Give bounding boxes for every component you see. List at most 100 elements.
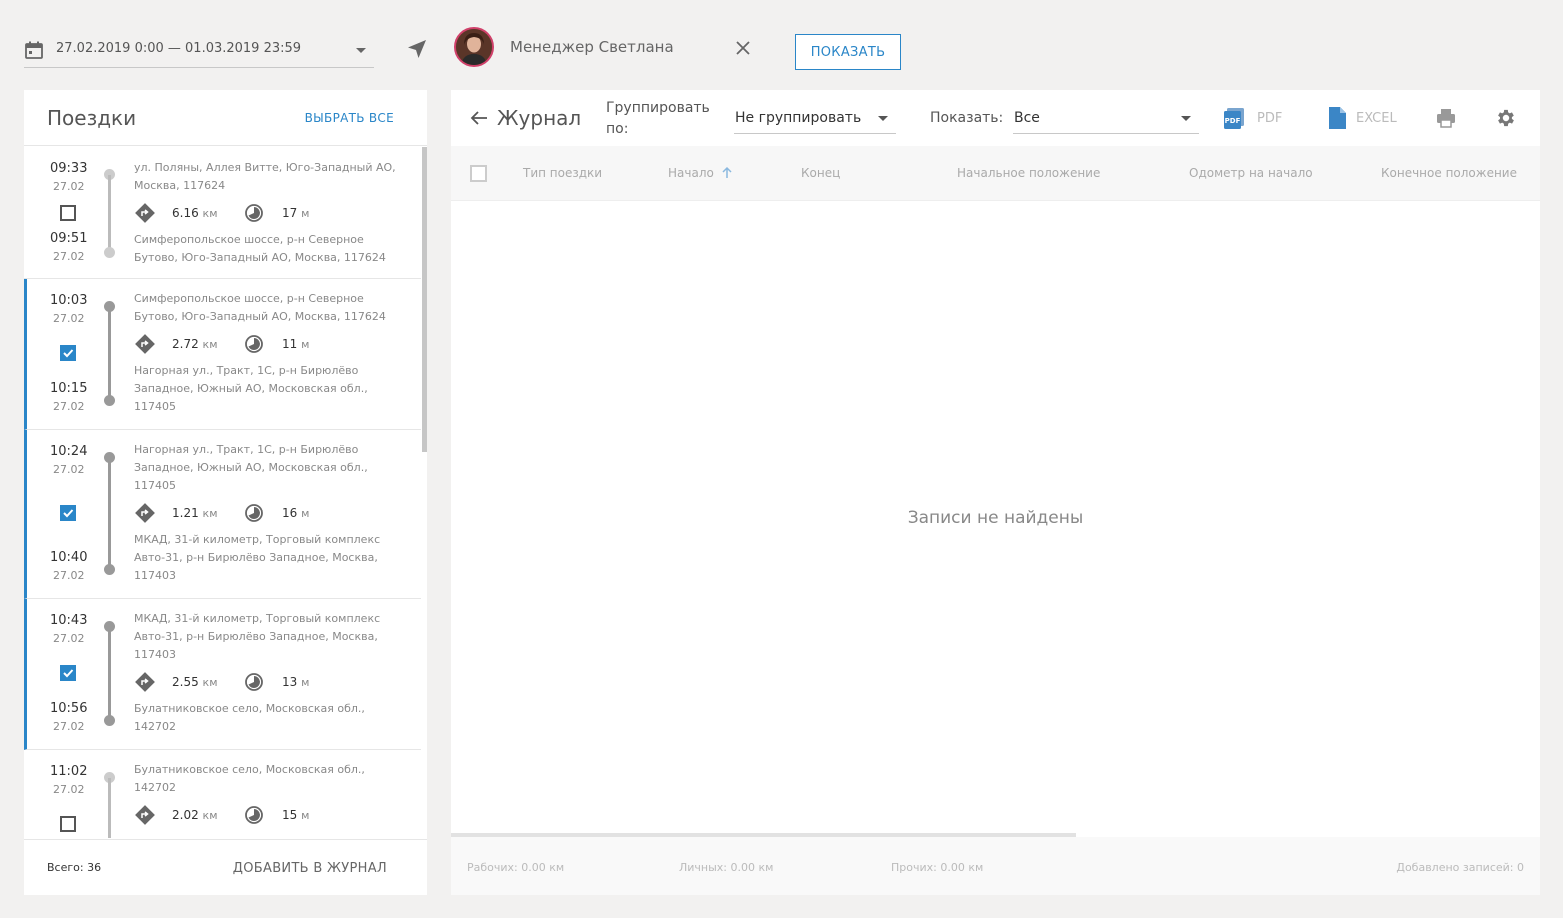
clock-icon	[245, 204, 263, 222]
trip-item[interactable]: 10:24 27.02 10:40 27.02 Нагорная ул., Тр…	[24, 430, 421, 599]
close-icon[interactable]	[733, 38, 753, 58]
trip-start-time: 10:03	[50, 293, 88, 308]
timeline-line	[108, 307, 111, 401]
trip-start-address: ул. Поляны, Аллея Витте, Юго-Западный АО…	[134, 161, 396, 192]
timeline-end-dot	[104, 247, 115, 258]
trips-panel: Поездки ВЫБРАТЬ ВСЕ 09:33 27.02 09:51 27…	[24, 90, 427, 895]
trip-start-time: 11:02	[50, 764, 88, 779]
trip-start-time: 09:33	[50, 161, 88, 176]
export-excel-button[interactable]: EXCEL	[1327, 106, 1401, 130]
route-icon	[135, 672, 155, 692]
trip-duration: 15 м	[282, 808, 310, 822]
trip-checkbox[interactable]	[60, 505, 76, 521]
user-name: Менеджер Светлана	[510, 38, 674, 56]
trip-end-time: 10:15	[50, 381, 88, 396]
personal-distance: Личных: 0.00 км	[679, 861, 774, 874]
trip-distance: 2.72 км	[172, 337, 218, 351]
column-start-position[interactable]: Начальное положение	[957, 166, 1100, 180]
navigation-arrow-icon[interactable]	[406, 38, 428, 60]
trip-stats: 2.02 км 15 м	[134, 804, 394, 826]
show-button[interactable]: ПОКАЗАТЬ	[795, 34, 901, 70]
trip-stats: 6.16 км 17 м	[134, 202, 394, 224]
trips-list: 09:33 27.02 09:51 27.02 ул. Поляны, Алле…	[24, 147, 427, 838]
select-all-button[interactable]: ВЫБРАТЬ ВСЕ	[305, 111, 394, 125]
export-pdf-button[interactable]: PDF PDF	[1223, 106, 1285, 130]
trip-end-time: 09:51	[50, 231, 88, 246]
trip-duration: 17 м	[282, 206, 310, 220]
group-by-label: Группировать по:	[606, 100, 710, 137]
trips-total: Всего: 36	[47, 861, 102, 874]
column-trip-type[interactable]: Тип поездки	[523, 166, 602, 180]
trip-distance: 2.02 км	[172, 808, 218, 822]
add-to-journal-button[interactable]: ДОБАВИТЬ В ЖУРНАЛ	[233, 861, 387, 876]
trip-item[interactable]: 09:33 27.02 09:51 27.02 ул. Поляны, Алле…	[24, 147, 421, 279]
clock-icon	[245, 504, 263, 522]
avatar	[454, 27, 494, 67]
show-filter-select[interactable]: Все	[1013, 102, 1199, 134]
journal-footer: Рабочих: 0.00 км Личных: 0.00 км Прочих:…	[451, 837, 1540, 895]
check-icon	[63, 669, 74, 678]
trip-end-address: Симферопольское шоссе, р-н Северное Буто…	[134, 233, 386, 264]
route-icon	[135, 503, 155, 523]
trip-distance: 1.21 км	[172, 506, 218, 520]
trip-stats: 2.55 км 13 м	[134, 671, 394, 693]
trip-distance: 2.55 км	[172, 675, 218, 689]
timeline-line	[108, 175, 111, 251]
show-filter-value: Все	[1014, 110, 1040, 126]
trip-start-address: Симферопольское шоссе, р-н Северное Буто…	[134, 292, 386, 323]
trip-checkbox[interactable]	[60, 665, 76, 681]
trips-footer: Всего: 36 ДОБАВИТЬ В ЖУРНАЛ	[24, 839, 427, 895]
trips-header: Поездки ВЫБРАТЬ ВСЕ	[24, 90, 427, 146]
timeline-line	[108, 627, 111, 721]
route-icon	[135, 203, 155, 223]
chevron-down-icon	[1181, 116, 1191, 121]
route-icon	[135, 334, 155, 354]
pdf-icon: PDF	[1224, 108, 1244, 129]
trips-scrollbar[interactable]	[422, 147, 427, 452]
chevron-down-icon	[356, 48, 366, 53]
journal-table-header: Тип поездки Начало Конец Начальное полож…	[451, 146, 1540, 201]
route-icon	[135, 805, 155, 825]
trip-start-address: Нагорная ул., Тракт, 1С, р-н Бирюлёво За…	[134, 443, 368, 492]
trip-start-date: 27.02	[53, 783, 85, 796]
trip-distance: 6.16 км	[172, 206, 218, 220]
trip-item[interactable]: 11:02 27.02 Булатниковское село, Московс…	[24, 750, 421, 838]
column-end[interactable]: Конец	[801, 166, 840, 180]
trip-start-time: 10:24	[50, 444, 88, 459]
date-range-picker[interactable]: 27.02.2019 0:00 — 01.03.2019 23:59	[24, 36, 374, 68]
select-all-checkbox[interactable]	[470, 165, 487, 182]
sort-ascending-icon[interactable]	[720, 166, 734, 180]
date-range-value: 27.02.2019 0:00 — 01.03.2019 23:59	[56, 41, 302, 56]
timeline-end-dot	[104, 564, 115, 575]
journal-title: Журнал	[497, 106, 582, 130]
arrow-left-icon[interactable]	[469, 108, 489, 128]
work-distance: Рабочих: 0.00 км	[467, 861, 565, 874]
clock-icon	[245, 673, 263, 691]
trip-start-address: МКАД, 31-й километр, Торговый комплекс А…	[134, 612, 381, 661]
gear-icon[interactable]	[1495, 107, 1517, 129]
calendar-icon	[25, 41, 43, 59]
group-by-select[interactable]: Не группировать	[734, 102, 896, 134]
trip-checkbox[interactable]	[60, 345, 76, 361]
column-start[interactable]: Начало	[668, 166, 714, 180]
trip-end-time: 10:40	[50, 550, 88, 565]
trip-checkbox[interactable]	[60, 205, 76, 221]
group-by-value: Не группировать	[735, 110, 862, 126]
trip-start-address: Булатниковское село, Московская обл., 14…	[134, 763, 365, 794]
trip-checkbox[interactable]	[60, 816, 76, 832]
trip-end-date: 27.02	[53, 720, 85, 733]
trip-start-date: 27.02	[53, 632, 85, 645]
print-icon[interactable]	[1435, 107, 1457, 129]
trip-item[interactable]: 10:03 27.02 10:15 27.02 Симферопольское …	[24, 279, 421, 430]
trip-start-date: 27.02	[53, 312, 85, 325]
column-start-odometer[interactable]: Одометр на начало	[1189, 166, 1313, 180]
chevron-down-icon	[878, 116, 888, 121]
column-end-position[interactable]: Конечное положение	[1381, 166, 1517, 180]
trip-item[interactable]: 10:43 27.02 10:56 27.02 МКАД, 31-й килом…	[24, 599, 421, 750]
trip-end-date: 27.02	[53, 569, 85, 582]
file-icon	[1329, 107, 1346, 129]
empty-state-message: Записи не найдены	[907, 508, 1084, 528]
trip-end-date: 27.02	[53, 400, 85, 413]
export-excel-label: EXCEL	[1356, 111, 1397, 126]
timeline-end-dot	[104, 715, 115, 726]
